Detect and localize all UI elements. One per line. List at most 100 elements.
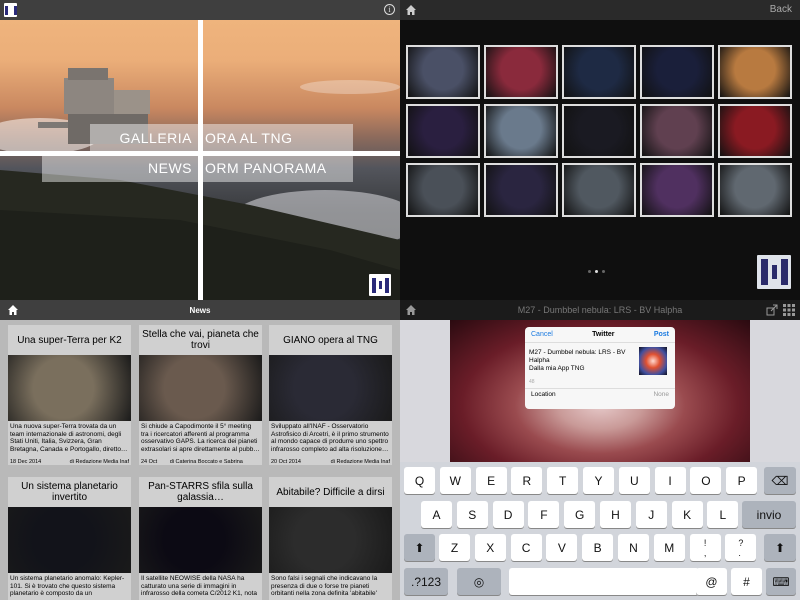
location-row[interactable]: Location None	[525, 388, 675, 400]
key-h[interactable]: H	[600, 501, 631, 528]
key-j[interactable]: J	[635, 501, 667, 528]
share-icon[interactable]	[766, 304, 778, 316]
key-t[interactable]: T	[547, 467, 579, 494]
gallery-thumb-telescope-dome-wide[interactable]	[406, 45, 480, 99]
key-at[interactable]: @	[696, 568, 727, 595]
gallery-thumb-observatory-sky[interactable]	[484, 104, 558, 158]
news-card-text: Si chiude a Capodimonte il 5° meeting tr…	[141, 423, 260, 453]
key-i[interactable]: I	[654, 467, 686, 494]
news-card-title: Stella che vai, pianeta che trovi	[142, 329, 259, 351]
keyboard: Q W E R T Y U I O P ⌫ A S D F G H J K Linvio ⬆ Z X C V B N M! ,? . ⬆…	[400, 462, 800, 600]
key-a[interactable]: A	[421, 501, 452, 528]
numbers-key[interactable]: .?123	[404, 568, 448, 595]
news-card-text: Sviluppato all'INAF - Osservatorio Astro…	[271, 423, 389, 453]
page-dot[interactable]	[602, 270, 605, 273]
key-6[interactable]: M	[653, 534, 685, 561]
key-4[interactable]: B	[582, 534, 614, 561]
news-card-image	[269, 507, 392, 573]
news-card-date: 20 Oct 2014	[271, 459, 301, 465]
page-dot[interactable]	[595, 270, 598, 273]
menu-ora-al-tng[interactable]: ORA AL TNG	[203, 124, 353, 152]
backspace-key[interactable]: ⌫	[764, 467, 796, 494]
gallery-top-bar: Back	[400, 0, 800, 20]
key-hash[interactable]: #	[731, 568, 762, 595]
news-card[interactable]: Abitabile? Difficile a dirsi Sono falsi i…	[269, 477, 392, 600]
globe-key[interactable]: ◎	[457, 568, 501, 595]
space-key[interactable]	[509, 568, 699, 595]
hide-keyboard-key[interactable]: ⌨	[766, 568, 796, 595]
key-l[interactable]: L	[707, 501, 739, 528]
news-card-date: 18 Dec 2014	[10, 459, 42, 465]
key-k[interactable]: K	[671, 501, 703, 528]
key-1[interactable]: X	[474, 534, 506, 561]
key-2[interactable]: C	[510, 534, 542, 561]
gallery-thumb-tng-sunset[interactable]	[718, 45, 792, 99]
back-button[interactable]: Back	[770, 4, 792, 15]
news-card-meta: 20 Oct 2014 di Redazione Media Inaf	[269, 459, 392, 465]
info-icon[interactable]: i	[384, 4, 395, 15]
gallery-thumb-telescope-interior[interactable]	[718, 163, 792, 217]
key-3[interactable]: V	[546, 534, 578, 561]
gallery-thumb-crab-nebula[interactable]	[640, 163, 714, 217]
key-u[interactable]: U	[618, 467, 650, 494]
gallery-thumb-control-room[interactable]	[406, 163, 480, 217]
shift-key-right[interactable]: ⬆	[764, 534, 796, 561]
menu-galleria[interactable]: GALLERIA	[90, 124, 198, 152]
key-f[interactable]: F	[528, 501, 560, 528]
gallery-thumb-spiral-galaxy-blue[interactable]	[640, 45, 714, 99]
news-card[interactable]: Stella che vai, pianeta che trovi Si chiu…	[139, 325, 262, 465]
tng-logo-corner	[757, 255, 791, 289]
key-o[interactable]: O	[690, 467, 722, 494]
news-card[interactable]: Pan-STARRS sfila sulla galassia… Il satel…	[139, 477, 262, 600]
gallery-thumb-red-nebula-bubble[interactable]	[718, 104, 792, 158]
news-card-image	[8, 355, 131, 421]
news-card-image	[139, 507, 262, 573]
news-card[interactable]: GIANO opera al TNG Sviluppato all'INAF - …	[269, 325, 392, 465]
gallery-thumb-spiral-galaxy-pink[interactable]	[484, 163, 558, 217]
key-s[interactable]: S	[456, 501, 488, 528]
key-d[interactable]: D	[492, 501, 524, 528]
news-card-title: Pan-STARRS sfila sulla galassia…	[148, 481, 253, 503]
key-8[interactable]: ? .	[725, 534, 757, 561]
gallery-thumb-dome-dusk[interactable]	[640, 104, 714, 158]
tng-logo	[4, 3, 17, 17]
cancel-button[interactable]: Cancel	[531, 331, 553, 338]
key-0[interactable]: Z	[439, 534, 470, 561]
key-r[interactable]: R	[511, 467, 543, 494]
key-w[interactable]: W	[439, 467, 471, 494]
tweet-text-area[interactable]: M27 - Dumbbel nebula: LRS - BV Halpha Da…	[525, 343, 675, 388]
news-card-author: di Caterina Boccato e Sabrina Masiero	[169, 459, 243, 465]
key-p[interactable]: P	[726, 467, 758, 494]
twitter-dialog: Cancel Twitter Post M27 - Dumbbel nebula…	[525, 327, 675, 409]
location-value: None	[653, 391, 669, 398]
gallery-thumb-edge-galaxy[interactable]	[406, 104, 480, 158]
gallery-thumb-dome-night[interactable]	[562, 45, 636, 99]
home-icon[interactable]	[7, 304, 19, 316]
menu-orm-panorama[interactable]: ORM PANORAMA	[203, 154, 353, 182]
post-button[interactable]: Post	[654, 331, 669, 338]
news-card-author: di Redazione Media Inaf	[330, 459, 390, 465]
return-key[interactable]: invio	[742, 501, 796, 528]
grid-icon[interactable]	[783, 304, 795, 316]
gallery-thumb-galaxy-group[interactable]	[562, 104, 636, 158]
news-card-title: Una super-Terra per K2	[17, 334, 122, 346]
news-card[interactable]: Un sistema planetario invertito Un sistem…	[8, 477, 131, 600]
news-card-image	[8, 507, 131, 573]
menu-news[interactable]: NEWS	[42, 154, 198, 182]
news-card[interactable]: Una super-Terra per K2 Una nuova super-Te…	[8, 325, 131, 465]
gallery-thumb-pillars-nebula[interactable]	[484, 45, 558, 99]
key-y[interactable]: Y	[583, 467, 614, 494]
key-e[interactable]: E	[475, 467, 507, 494]
character-count: 48	[529, 379, 535, 385]
key-7[interactable]: ! ,	[689, 534, 721, 561]
gallery-thumb-instrument-lab[interactable]	[562, 163, 636, 217]
home-icon[interactable]	[405, 4, 417, 16]
key-q[interactable]: Q	[404, 467, 435, 494]
news-card-title: GIANO opera al TNG	[283, 334, 378, 346]
shift-key-left[interactable]: ⬆	[404, 534, 435, 561]
key-g[interactable]: G	[564, 501, 596, 528]
twitter-dialog-header: Cancel Twitter Post	[525, 327, 675, 343]
home-screen: i GALLERIA ORA AL TNG NEWS ORM PANORAMA	[0, 0, 400, 300]
key-5[interactable]: N	[618, 534, 649, 561]
page-dot[interactable]	[588, 270, 591, 273]
